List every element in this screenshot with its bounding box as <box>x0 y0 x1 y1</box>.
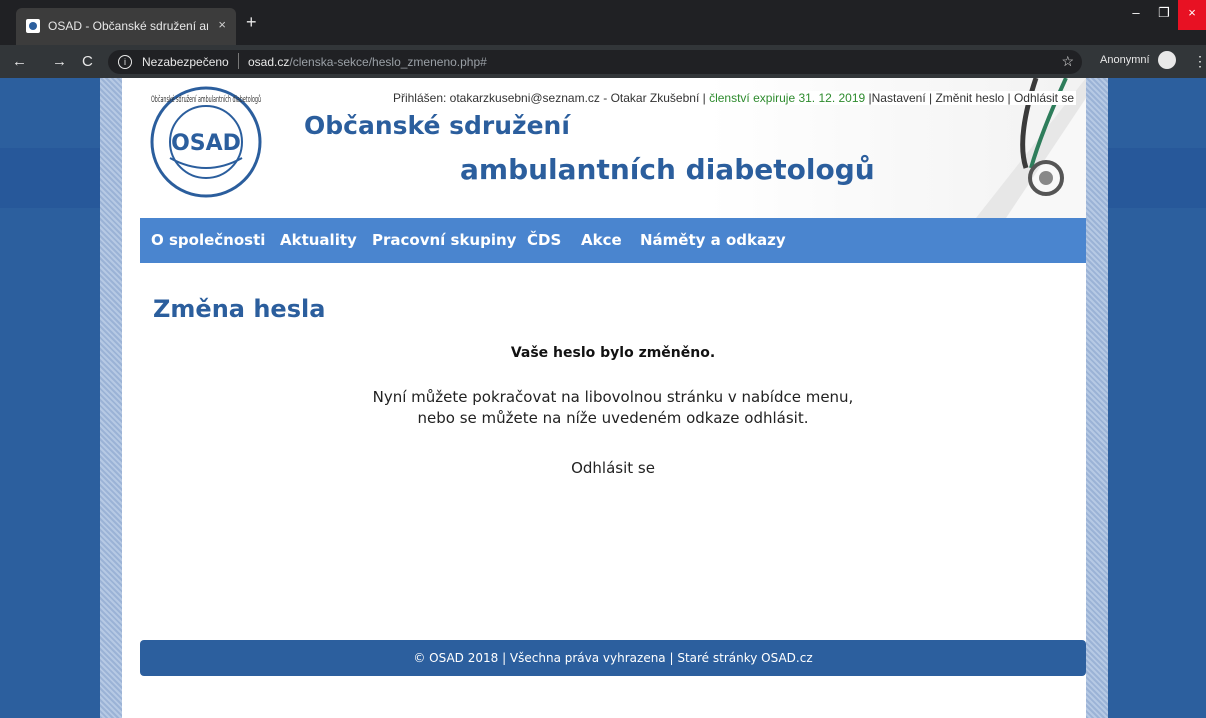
page-title: Změna hesla <box>153 295 326 323</box>
incognito-icon[interactable] <box>1158 51 1176 69</box>
bookmark-star-icon[interactable]: ☆ <box>1061 53 1074 70</box>
nav-item-cds[interactable]: ČDS <box>527 231 561 249</box>
nav-item-about[interactable]: O společnosti <box>151 231 265 249</box>
user-bar: Přihlášen: otakarzkusebni@seznam.cz - Ot… <box>390 91 1076 105</box>
logo-text: OSAD <box>171 131 241 156</box>
nav-item-suggestions-links[interactable]: Náměty a odkazy <box>640 231 786 249</box>
site-favicon-icon <box>26 19 40 33</box>
browser-menu-icon[interactable]: ⋮ <box>1193 53 1206 70</box>
back-arrow-icon[interactable]: ← <box>12 53 27 70</box>
page-viewport: OSAD Občanské sdružení ambulantních diab… <box>0 78 1206 718</box>
membership-expiry: členství expiruje 31. 12. 2019 <box>709 91 866 105</box>
info-message: Nyní můžete pokračovat na libovolnou str… <box>140 387 1086 429</box>
security-label: Nezabezpečeno <box>142 55 229 69</box>
nav-item-working-groups[interactable]: Pracovní skupiny <box>372 231 516 249</box>
url-path: /clenska-sekce/heslo_zmeneno.php# <box>289 55 487 69</box>
browser-tab[interactable]: OSAD - Občanské sdružení ambu... × <box>16 8 236 45</box>
window-close-button[interactable]: × <box>1178 0 1206 30</box>
userbar-separator: | <box>925 91 936 105</box>
site-header: OSAD Občanské sdružení ambulantních diab… <box>140 78 1086 218</box>
site-name-line1: Občanské sdružení <box>304 111 570 140</box>
address-bar[interactable]: i Nezabezpečeno osad.cz/clenska-sekce/he… <box>108 50 1082 74</box>
logout-link[interactable]: Odhlásit se <box>140 459 1086 477</box>
nav-item-news[interactable]: Aktuality <box>280 231 357 249</box>
tab-title: OSAD - Občanské sdružení ambu... <box>48 19 208 33</box>
left-stripe <box>100 78 122 718</box>
site-footer: © OSAD 2018 | Všechna práva vyhrazena | … <box>140 640 1086 676</box>
tab-close-icon[interactable]: × <box>218 17 226 32</box>
info-line-2: nebo se můžete na níže uvedeném odkaze o… <box>417 409 809 427</box>
logo-ring-text: Občanské sdružení ambulantních diabetolo… <box>151 94 261 105</box>
minimize-button[interactable]: – <box>1122 0 1150 30</box>
confirmation-message: Vaše heslo bylo změněno. <box>510 345 716 361</box>
main-nav: O společnosti Aktuality Pracovní skupiny… <box>140 218 1086 263</box>
forward-arrow-icon[interactable]: → <box>52 53 67 70</box>
site-name-line2: ambulantních diabetologů <box>460 153 875 186</box>
settings-link[interactable]: |Nastavení <box>865 91 926 105</box>
profile-label: Anonymní <box>1100 54 1150 66</box>
url-domain: osad.cz <box>248 55 290 69</box>
right-stripe <box>1086 78 1108 718</box>
url-text[interactable]: osad.cz/clenska-sekce/heslo_zmeneno.php# <box>248 55 487 69</box>
browser-tabbar: OSAD - Občanské sdružení ambu... × + – ❐… <box>0 0 1206 45</box>
page-container: OSAD Občanské sdružení ambulantních diab… <box>122 78 1086 718</box>
new-tab-button[interactable]: + <box>246 12 257 33</box>
nav-item-events[interactable]: Akce <box>581 231 622 249</box>
logout-link-top[interactable]: Odhlásit se <box>1014 91 1074 105</box>
osad-logo[interactable]: OSAD Občanské sdružení ambulantních diab… <box>140 80 278 200</box>
restore-button[interactable]: ❐ <box>1150 0 1178 30</box>
reload-icon[interactable]: C <box>82 53 93 70</box>
info-icon[interactable]: i <box>118 55 132 69</box>
address-divider <box>238 53 239 69</box>
logged-in-user: Přihlášen: otakarzkusebni@seznam.cz - Ot… <box>392 91 710 105</box>
info-line-1: Nyní můžete pokračovat na libovolnou str… <box>372 388 854 406</box>
browser-toolbar: ← → C i Nezabezpečeno osad.cz/clenska-se… <box>0 45 1206 78</box>
change-password-link[interactable]: Změnit heslo <box>935 91 1004 105</box>
userbar-separator: | <box>1004 91 1014 105</box>
